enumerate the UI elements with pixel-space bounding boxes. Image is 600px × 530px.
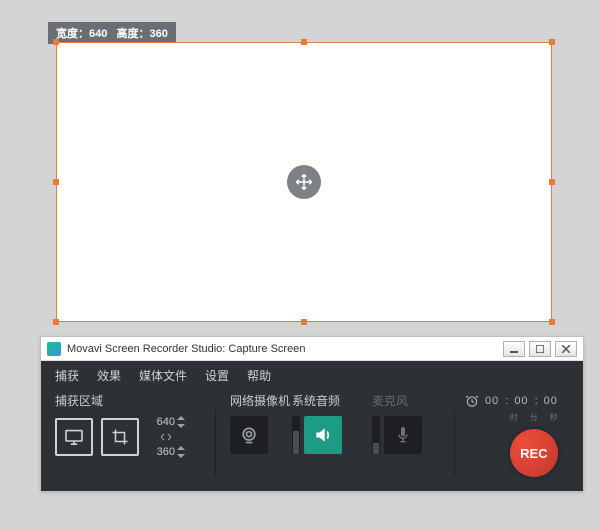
width-stepper[interactable]: 640 bbox=[147, 416, 185, 428]
window-title: Movavi Screen Recorder Studio: Capture S… bbox=[67, 343, 305, 355]
schedule-timer[interactable]: 00: 00: 00 bbox=[465, 392, 558, 410]
crop-icon bbox=[111, 428, 129, 446]
height-value: 360 bbox=[150, 28, 168, 40]
webcam-toggle[interactable] bbox=[230, 416, 268, 454]
microphone-slider[interactable] bbox=[372, 416, 380, 454]
panel: 捕获 效果 媒体文件 设置 帮助 捕获区域 640 bbox=[41, 361, 583, 491]
crop-button[interactable] bbox=[101, 418, 139, 456]
maximize-icon bbox=[536, 345, 544, 353]
link-dimensions-toggle[interactable] bbox=[161, 430, 171, 444]
width-value: 640 bbox=[89, 28, 107, 40]
record-label: REC bbox=[520, 446, 547, 461]
close-button[interactable] bbox=[555, 341, 577, 357]
monitor-icon bbox=[64, 429, 84, 445]
separator bbox=[215, 410, 216, 476]
close-icon bbox=[562, 345, 570, 353]
webcam-label: 网络摄像机 bbox=[230, 392, 292, 408]
system-audio-label: 系统音频 bbox=[292, 392, 372, 408]
move-handle[interactable] bbox=[287, 165, 321, 199]
system-audio-slider[interactable] bbox=[292, 416, 300, 454]
timer-unit-s: 秒 bbox=[550, 412, 558, 423]
resize-handle-se[interactable] bbox=[549, 319, 555, 325]
timer-hh: 00 bbox=[485, 395, 499, 407]
fullscreen-button[interactable] bbox=[55, 418, 93, 456]
app-icon bbox=[47, 342, 61, 356]
menu-media[interactable]: 媒体文件 bbox=[139, 367, 187, 384]
resize-handle-w[interactable] bbox=[53, 179, 59, 185]
alarm-icon bbox=[465, 394, 479, 408]
menu-effects[interactable]: 效果 bbox=[97, 367, 121, 384]
system-audio-group: 系统音频 bbox=[292, 392, 372, 454]
resize-handle-ne[interactable] bbox=[549, 39, 555, 45]
height-stepper-value: 360 bbox=[147, 446, 175, 458]
width-label: 宽度： bbox=[56, 28, 89, 40]
microphone-label: 麦克风 bbox=[372, 392, 444, 408]
resize-handle-n[interactable] bbox=[301, 39, 307, 45]
menubar: 捕获 效果 媒体文件 设置 帮助 bbox=[41, 361, 583, 388]
capture-area[interactable] bbox=[56, 42, 552, 322]
separator bbox=[454, 410, 455, 476]
maximize-button[interactable] bbox=[529, 341, 551, 357]
webcam-icon bbox=[239, 425, 259, 445]
resize-handle-e[interactable] bbox=[549, 179, 555, 185]
timer-unit-h: 时 bbox=[510, 412, 518, 423]
webcam-group: 网络摄像机 bbox=[230, 392, 292, 454]
height-stepper[interactable]: 360 bbox=[147, 446, 185, 458]
recorder-window: Movavi Screen Recorder Studio: Capture S… bbox=[40, 336, 584, 492]
timer-unit-m: 分 bbox=[530, 412, 538, 423]
menu-capture[interactable]: 捕获 bbox=[55, 367, 79, 384]
microphone-group: 麦克风 bbox=[372, 392, 444, 454]
resize-handle-sw[interactable] bbox=[53, 319, 59, 325]
record-cluster: 00: 00: 00 时 分 秒 REC bbox=[465, 392, 558, 477]
minimize-icon bbox=[510, 345, 518, 353]
menu-help[interactable]: 帮助 bbox=[247, 367, 271, 384]
move-icon bbox=[295, 173, 313, 191]
resize-handle-s[interactable] bbox=[301, 319, 307, 325]
minimize-button[interactable] bbox=[503, 341, 525, 357]
chevron-up-down-icon bbox=[177, 416, 185, 428]
capture-area-label: 捕获区域 bbox=[55, 392, 207, 408]
speaker-icon bbox=[313, 425, 333, 445]
microphone-icon bbox=[395, 425, 411, 445]
width-stepper-value: 640 bbox=[147, 416, 175, 428]
microphone-toggle[interactable] bbox=[384, 416, 422, 454]
timer-mm: 00 bbox=[514, 395, 528, 407]
titlebar[interactable]: Movavi Screen Recorder Studio: Capture S… bbox=[41, 337, 583, 361]
chevron-up-down-icon bbox=[177, 446, 185, 458]
system-audio-toggle[interactable] bbox=[304, 416, 342, 454]
height-label: 高度： bbox=[117, 28, 150, 40]
menu-settings[interactable]: 设置 bbox=[205, 367, 229, 384]
capture-area-group: 捕获区域 640 bbox=[55, 392, 207, 458]
dimension-controls: 640 360 bbox=[147, 416, 185, 458]
link-icon bbox=[161, 433, 171, 441]
dimension-badge: 宽度：640 高度：360 bbox=[48, 22, 176, 44]
timer-ss: 00 bbox=[544, 395, 558, 407]
controls-row: 捕获区域 640 bbox=[41, 388, 583, 491]
record-button[interactable]: REC bbox=[510, 429, 558, 477]
resize-handle-nw[interactable] bbox=[53, 39, 59, 45]
